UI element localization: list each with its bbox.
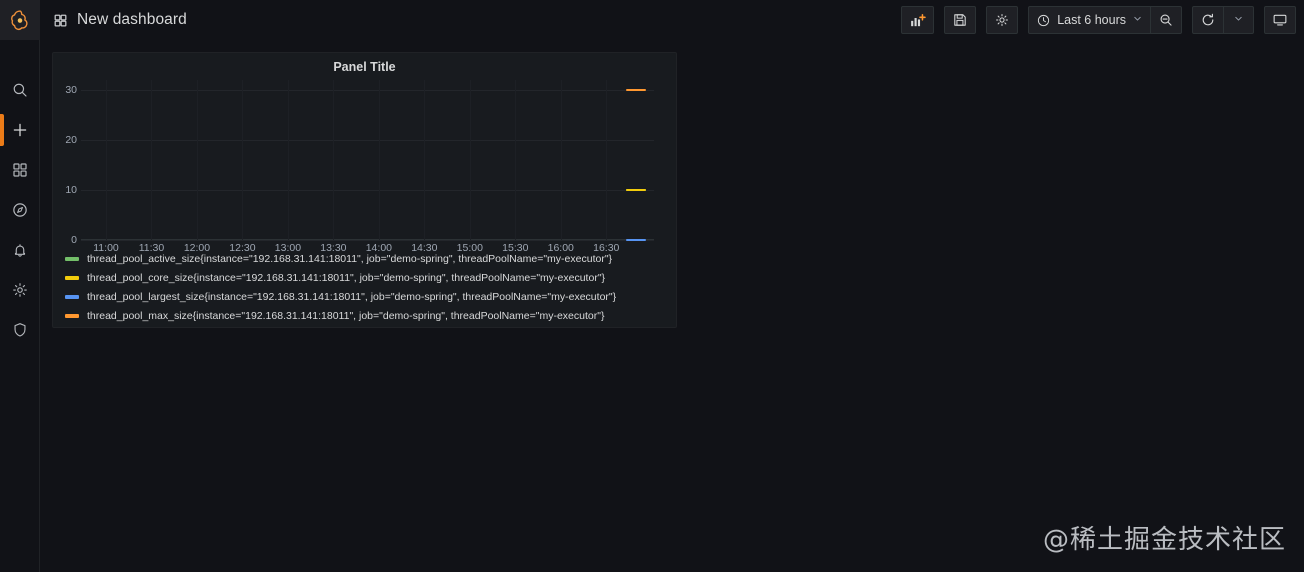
gridline-horizontal xyxy=(81,140,654,141)
gridline-vertical xyxy=(606,80,607,240)
x-axis-tick-label: 15:00 xyxy=(456,242,483,254)
gridline-vertical xyxy=(106,80,107,240)
y-axis: 0 10 20 30 xyxy=(53,80,77,246)
plot-grid xyxy=(81,80,654,241)
refresh-icon xyxy=(1202,13,1214,26)
refresh-interval-dropdown[interactable] xyxy=(1224,6,1254,34)
time-range-label: Last 6 hours xyxy=(1057,13,1126,27)
top-navbar: New dashboard Last 6 hours xyxy=(40,0,1304,40)
legend-series-label: thread_pool_core_size{instance="192.168.… xyxy=(87,271,606,284)
sidebar-item-search[interactable] xyxy=(0,70,40,110)
legend-item[interactable]: thread_pool_core_size{instance="192.168.… xyxy=(65,268,676,287)
sidebar-item-explore[interactable] xyxy=(0,190,40,230)
grafana-logo-icon[interactable] xyxy=(0,0,40,40)
clock-icon xyxy=(1038,14,1050,26)
y-axis-tick-label: 10 xyxy=(65,184,77,196)
gridline-vertical xyxy=(379,80,380,240)
legend-series-label: thread_pool_largest_size{instance="192.1… xyxy=(87,290,617,303)
y-axis-tick-label: 30 xyxy=(65,84,77,96)
gridline-vertical xyxy=(424,80,425,240)
sidebar-item-server-admin[interactable] xyxy=(0,310,40,350)
y-axis-tick-label: 0 xyxy=(71,234,77,246)
zoom-out-time-button[interactable] xyxy=(1151,6,1182,34)
dashboard-title-group[interactable]: New dashboard xyxy=(40,11,187,29)
tv-icon xyxy=(1273,14,1287,26)
shield-icon xyxy=(13,323,26,337)
gridline-vertical xyxy=(151,80,152,240)
legend-color-swatch xyxy=(65,256,79,261)
x-axis-tick-label: 14:30 xyxy=(411,242,438,254)
gridline-vertical xyxy=(470,80,471,240)
kiosk-mode-button[interactable] xyxy=(1264,6,1296,34)
legend-item[interactable]: thread_pool_max_size{instance="192.168.3… xyxy=(65,306,676,325)
panel-title: Panel Title xyxy=(333,59,396,74)
time-series-plot[interactable]: 0 10 20 30 11:00 11:30 12:00 12:30 13:00 13:30 14… xyxy=(53,80,678,254)
x-axis-tick-label: 15:30 xyxy=(502,242,529,254)
x-axis-tick-label: 13:00 xyxy=(274,242,302,254)
y-axis-tick-label: 20 xyxy=(65,134,77,146)
x-axis: 11:00 11:30 12:00 12:30 13:00 13:30 14:00 14:30… xyxy=(81,240,654,256)
gridline-vertical xyxy=(288,80,289,240)
gridline-vertical xyxy=(242,80,243,240)
dashboard-settings-button[interactable] xyxy=(986,6,1019,34)
legend-series-label: thread_pool_max_size{instance="192.168.3… xyxy=(87,309,605,322)
gridline-horizontal xyxy=(81,90,654,91)
save-dashboard-button[interactable] xyxy=(944,6,977,34)
gridline-horizontal xyxy=(81,190,654,191)
legend-color-swatch xyxy=(65,313,79,318)
gear-icon xyxy=(12,283,27,297)
gridline-vertical xyxy=(561,80,562,240)
save-icon xyxy=(954,14,966,26)
dashboard-grid-icon xyxy=(53,13,68,28)
page-title: New dashboard xyxy=(77,11,187,28)
x-axis-tick-label: 12:00 xyxy=(183,242,211,254)
search-icon xyxy=(13,83,27,97)
refresh-controls xyxy=(1192,6,1254,34)
gridline-vertical xyxy=(333,80,334,240)
gridline-vertical xyxy=(515,80,516,240)
x-axis-tick-label: 12:30 xyxy=(229,242,256,254)
legend-color-swatch xyxy=(65,275,79,280)
sidebar-item-create[interactable] xyxy=(0,110,40,150)
plus-icon xyxy=(13,123,26,137)
watermark: @稀土掘金技术社区 xyxy=(1042,525,1286,555)
time-range-picker[interactable]: Last 6 hours xyxy=(1028,6,1151,34)
grafana-dashboard-window: New dashboard Last 6 hours Panel Title 0… xyxy=(0,0,1304,572)
x-axis-tick-label: 13:30 xyxy=(320,242,347,254)
dashboard-panel[interactable]: Panel Title 0 10 20 30 11:00 11:30 12:00 12:30… xyxy=(52,52,677,328)
x-axis-tick-label: 16:30 xyxy=(593,242,620,254)
legend-color-swatch xyxy=(65,294,79,299)
grid-icon xyxy=(12,163,27,177)
panel-header[interactable]: Panel Title xyxy=(53,53,676,80)
add-panel-icon xyxy=(911,13,926,26)
bell-icon xyxy=(14,244,25,257)
gear-icon xyxy=(996,14,1009,26)
gridline-vertical xyxy=(197,80,198,240)
sidebar-item-alerting[interactable] xyxy=(0,230,40,270)
refresh-button[interactable] xyxy=(1192,6,1224,34)
add-panel-button[interactable] xyxy=(901,6,935,34)
x-axis-tick-label: 16:00 xyxy=(547,242,574,254)
x-axis-tick-label: 14:00 xyxy=(365,242,392,254)
compass-icon xyxy=(12,203,27,217)
series-line xyxy=(626,189,646,191)
sidebar-item-dashboards[interactable] xyxy=(0,150,40,190)
x-axis-tick-label: 11:00 xyxy=(93,242,119,254)
time-range-controls: Last 6 hours xyxy=(1028,6,1182,34)
zoom-out-icon xyxy=(1160,14,1172,26)
x-axis-tick-label: 11:30 xyxy=(138,242,165,254)
chevron-down-icon xyxy=(1132,11,1143,29)
chevron-down-icon xyxy=(1233,11,1244,29)
sidebar xyxy=(0,0,40,572)
dashboard-toolbar: Last 6 hours xyxy=(901,6,1304,34)
sidebar-item-configuration[interactable] xyxy=(0,270,40,310)
series-line xyxy=(626,89,646,91)
sidebar-nav xyxy=(0,64,40,350)
legend-item[interactable]: thread_pool_largest_size{instance="192.1… xyxy=(65,287,676,306)
